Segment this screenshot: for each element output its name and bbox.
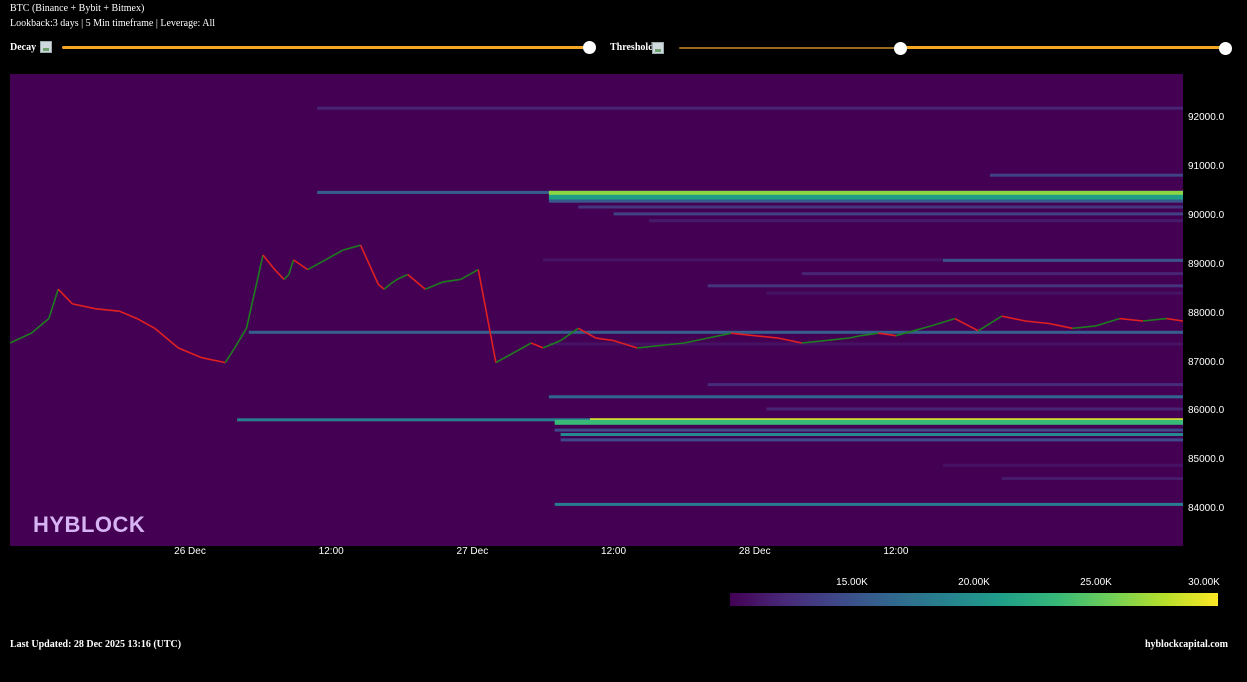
y-tick-label: 90000.0 [1188, 209, 1225, 221]
y-tick-label: 86000.0 [1188, 405, 1225, 417]
liquidity-band-26 [1001, 477, 1183, 480]
colorbar-tick-label: 20.00K [958, 577, 990, 588]
liquidity-band-27 [554, 502, 1183, 506]
threshold-image-icon [652, 42, 664, 54]
liquidity-band-5 [548, 199, 1183, 203]
liquidity-band-1 [990, 173, 1183, 177]
chart-title: BTC (Binance + Bybit + Bitmex) [10, 3, 145, 14]
liquidity-band-13 [766, 291, 1183, 295]
liquidity-band-15 [548, 342, 1183, 346]
x-tick-label: 27 Dec [456, 546, 489, 557]
liquidity-band-6 [578, 205, 1183, 209]
liquidity-band-4 [548, 194, 1183, 200]
y-tick-label: 92000.0 [1188, 112, 1225, 124]
liquidity-band-16 [707, 383, 1183, 387]
x-tick-label: 12:00 [883, 546, 909, 557]
site-link[interactable]: hyblockcapital.com [1145, 639, 1228, 650]
liquidity-band-23 [560, 433, 1183, 436]
liquidity-band-25 [943, 463, 1183, 467]
liquidity-band-14 [248, 330, 1183, 334]
liquidity-band-12 [707, 284, 1183, 288]
threshold-slider-thumb-low[interactable] [894, 42, 907, 55]
decay-image-icon [40, 41, 52, 53]
decay-slider-thumb[interactable] [583, 41, 596, 54]
liquidity-band-11 [801, 272, 1183, 276]
liquidity-band-0 [317, 106, 1183, 110]
liquidation-heatmap[interactable] [10, 74, 1183, 546]
liquidity-band-8 [648, 219, 1183, 223]
y-tick-label: 85000.0 [1188, 454, 1225, 466]
liquidity-band-7 [613, 212, 1183, 216]
y-tick-label: 87000.0 [1188, 356, 1225, 368]
y-tick-label: 84000.0 [1188, 503, 1225, 515]
last-updated: Last Updated: 28 Dec 2025 13:16 (UTC) [10, 639, 182, 650]
decay-label: Decay [10, 42, 37, 53]
x-tick-label: 26 Dec [174, 546, 206, 557]
y-tick-label: 91000.0 [1188, 160, 1225, 172]
liquidity-band-18 [766, 407, 1183, 411]
colorbar-tick-label: 30.00K [1188, 577, 1220, 588]
threshold-slider-range[interactable] [900, 46, 1226, 49]
x-tick-label: 12:00 [601, 546, 627, 557]
threshold-slider-rail[interactable] [679, 47, 900, 49]
liquidity-band-17 [548, 395, 1183, 399]
threshold-slider-thumb-high[interactable] [1219, 42, 1232, 55]
liquidity-band-24 [560, 438, 1183, 442]
y-tick-label: 88000.0 [1188, 307, 1225, 319]
y-tick-label: 89000.0 [1188, 258, 1225, 270]
liquidity-band-22 [554, 428, 1183, 432]
liquidity-band-10 [943, 258, 1183, 262]
heatmap-background [10, 74, 1183, 546]
colorbar-tick-label: 15.00K [836, 577, 868, 588]
hyblock-watermark: HYBLOCK [33, 512, 146, 537]
colorbar [730, 593, 1218, 606]
threshold-label: Threshold [610, 42, 654, 53]
x-tick-label: 28 Dec [738, 546, 771, 557]
chart-subtitle: Lookback:3 days | 5 Min timeframe | Leve… [10, 18, 216, 29]
x-tick-label: 12:00 [318, 546, 344, 557]
liquidity-band-21 [554, 419, 1183, 425]
colorbar-tick-label: 25.00K [1080, 577, 1112, 588]
decay-slider-track[interactable] [62, 46, 590, 49]
